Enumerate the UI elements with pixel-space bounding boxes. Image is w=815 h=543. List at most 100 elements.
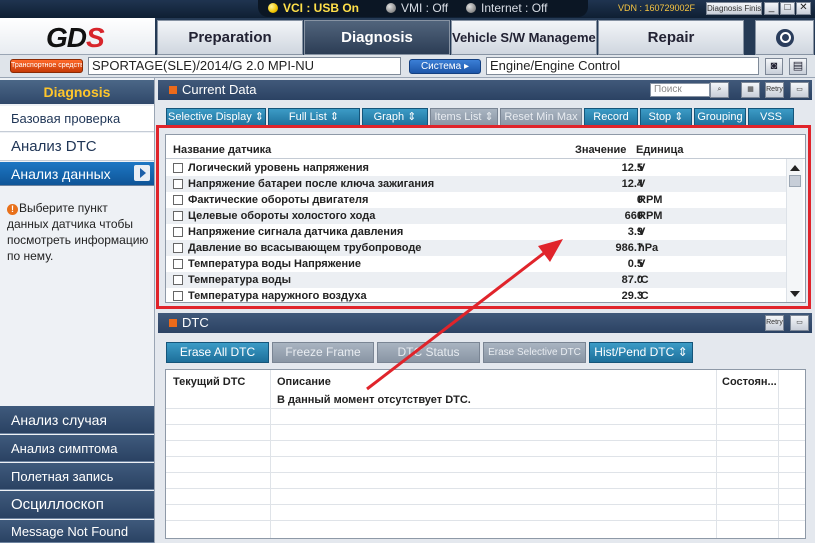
retry-button[interactable]: Retry	[765, 315, 784, 331]
dtc-header: DTC Retry ▭	[158, 313, 812, 333]
minimize-button[interactable]: _	[764, 2, 779, 15]
sidebar-item-oscilloscope[interactable]: Осциллоскоп	[0, 491, 154, 519]
vdn-label: VDN : 160729002F	[618, 3, 696, 13]
sidebar-item-symptom-analysis[interactable]: Анализ симптома	[0, 435, 154, 462]
row-checkbox[interactable]	[173, 179, 183, 189]
erase-all-dtc-button[interactable]: Erase All DTC	[166, 342, 269, 363]
sensor-unit: 'C	[638, 290, 649, 302]
sidebar-item-dtc-analysis[interactable]: Анализ DTC	[0, 133, 154, 161]
vehicle-model-field[interactable]: SPORTAGE(SLE)/2014/G 2.0 MPI-NU	[88, 57, 401, 75]
table-row[interactable]: Фактические обороты двигателя 0 RPM	[166, 192, 786, 208]
logo-text: GDS	[46, 22, 105, 53]
table-row[interactable]: Температура воды 87.0 'C	[166, 272, 786, 288]
table-header: Текущий DTC Описание Состоян...	[166, 370, 805, 393]
sidebar-item-flight-record[interactable]: Полетная запись	[0, 463, 154, 490]
vss-button[interactable]: VSS	[748, 108, 794, 127]
row-checkbox[interactable]	[173, 243, 183, 253]
row-checkbox[interactable]	[173, 195, 183, 205]
system-select-button[interactable]: Система ▸	[409, 59, 481, 74]
search-input[interactable]: Поиск	[650, 83, 710, 97]
grouping-button[interactable]: Grouping	[694, 108, 746, 127]
full-list-button[interactable]: Full List ⇕	[268, 108, 360, 127]
graph-button[interactable]: Graph ⇕	[362, 108, 428, 127]
maximize-panel-icon[interactable]: ▭	[790, 315, 809, 331]
camera-icon[interactable]: ◙	[765, 58, 783, 75]
retry-button[interactable]: Retry	[765, 82, 784, 98]
sensor-unit: V	[638, 226, 646, 238]
system-field[interactable]: Engine/Engine Control	[486, 57, 759, 75]
table-row[interactable]: Температура наружного воздуха 29.3 'C	[166, 288, 786, 302]
column-state[interactable]: Состоян...	[722, 376, 777, 388]
vertical-scrollbar[interactable]	[786, 159, 803, 302]
record-button[interactable]: Record	[584, 108, 638, 127]
table-row[interactable]: Напряжение сигнала датчика давления 3.9 V	[166, 224, 786, 240]
scroll-thumb[interactable]	[789, 175, 801, 187]
sensor-unit: RPM	[638, 210, 663, 222]
sensor-name: Температура воды Напряжение	[188, 258, 362, 270]
dtc-status-button[interactable]: DTC Status	[377, 342, 480, 363]
column-unit[interactable]: Единица	[636, 144, 684, 156]
column-value[interactable]: Значение	[575, 144, 626, 156]
diagnosis-finish-button[interactable]: Diagnosis Finish	[706, 2, 762, 15]
print-icon[interactable]: ▦	[741, 82, 760, 98]
items-list-button[interactable]: Items List ⇕	[430, 108, 498, 127]
sensor-name: Целевые обороты холостого хода	[188, 210, 376, 222]
erase-selective-dtc-button[interactable]: Erase Selective DTC	[483, 342, 586, 363]
sensor-name: Давление во всасывающем трубопроводе	[188, 242, 422, 254]
internet-status: Internet : Off	[466, 0, 547, 16]
chevron-right-icon	[134, 165, 150, 181]
sidebar-header: Diagnosis	[0, 80, 154, 104]
vehicle-select-button[interactable]: Транспортное средство	[10, 59, 83, 73]
table-row[interactable]: Напряжение батареи после ключа зажигания…	[166, 176, 786, 192]
vci-indicator-icon	[268, 3, 278, 13]
reset-min-max-button[interactable]: Reset Min Max	[500, 108, 582, 127]
close-button[interactable]: ✕	[796, 2, 811, 15]
panel-title: DTC	[169, 313, 209, 333]
scroll-up-icon[interactable]	[790, 165, 800, 171]
stop-button[interactable]: Stop ⇕	[640, 108, 692, 127]
table-row[interactable]: Целевые обороты холостого хода 660 RPM	[166, 208, 786, 224]
row-checkbox[interactable]	[173, 163, 183, 173]
sidebar-item-data-analysis[interactable]: Анализ данных	[0, 162, 154, 186]
global-search-button[interactable]	[755, 20, 814, 55]
column-divider	[778, 370, 779, 538]
row-checkbox[interactable]	[173, 259, 183, 269]
row-checkbox[interactable]	[173, 211, 183, 221]
column-description[interactable]: Описание	[277, 376, 331, 388]
hist-pend-dtc-button[interactable]: Hist/Pend DTC ⇕	[589, 342, 693, 363]
sensor-name: Логический уровень напряжения	[188, 162, 369, 174]
row-checkbox[interactable]	[173, 275, 183, 285]
current-data-header: Current Data Поиск ⌕ ▦ Retry ▭	[158, 80, 812, 100]
sidebar-item-basic-check[interactable]: Базовая проверка	[0, 106, 154, 132]
scroll-down-icon[interactable]	[790, 291, 800, 297]
row-line	[166, 504, 805, 505]
row-line	[166, 520, 805, 521]
search-go-icon[interactable]: ⌕	[710, 82, 729, 98]
sidebar-item-label: Анализ данных	[11, 166, 111, 182]
tab-vehicle-sw-management[interactable]: Vehicle S/W Management	[451, 20, 597, 55]
maximize-panel-icon[interactable]: ▭	[790, 82, 809, 98]
table-row[interactable]: Давление во всасывающем трубопроводе 986.…	[166, 240, 786, 256]
vmi-indicator-icon	[386, 3, 396, 13]
sensor-unit: hPa	[638, 242, 659, 254]
tab-preparation[interactable]: Preparation	[157, 20, 303, 55]
sidebar-item-case-analysis[interactable]: Анализ случая	[0, 406, 154, 434]
freeze-frame-button[interactable]: Freeze Frame	[272, 342, 374, 363]
sidebar-item-message-not-found[interactable]: Message Not Found	[0, 520, 154, 543]
table-row[interactable]: Логический уровень напряжения 12.5 V	[166, 160, 786, 176]
sensor-name: Напряжение батареи после ключа зажигания	[188, 178, 435, 190]
row-line	[166, 488, 805, 489]
selective-display-button[interactable]: Selective Display ⇕	[166, 108, 266, 127]
tab-diagnosis[interactable]: Diagnosis	[304, 20, 450, 55]
row-line	[166, 456, 805, 457]
row-checkbox[interactable]	[173, 227, 183, 237]
info-icon: !	[7, 204, 18, 215]
column-current-dtc[interactable]: Текущий DTC	[173, 376, 245, 388]
column-sensor-name[interactable]: Название датчика	[173, 144, 271, 156]
dtc-toolbar: Erase All DTC Freeze Frame DTC Status Er…	[158, 342, 812, 364]
maximize-button[interactable]: □	[780, 2, 795, 15]
tab-repair[interactable]: Repair	[598, 20, 744, 55]
save-icon[interactable]: ▤	[789, 58, 807, 75]
row-checkbox[interactable]	[173, 291, 183, 301]
table-row[interactable]: Температура воды Напряжение 0.5 V	[166, 256, 786, 272]
